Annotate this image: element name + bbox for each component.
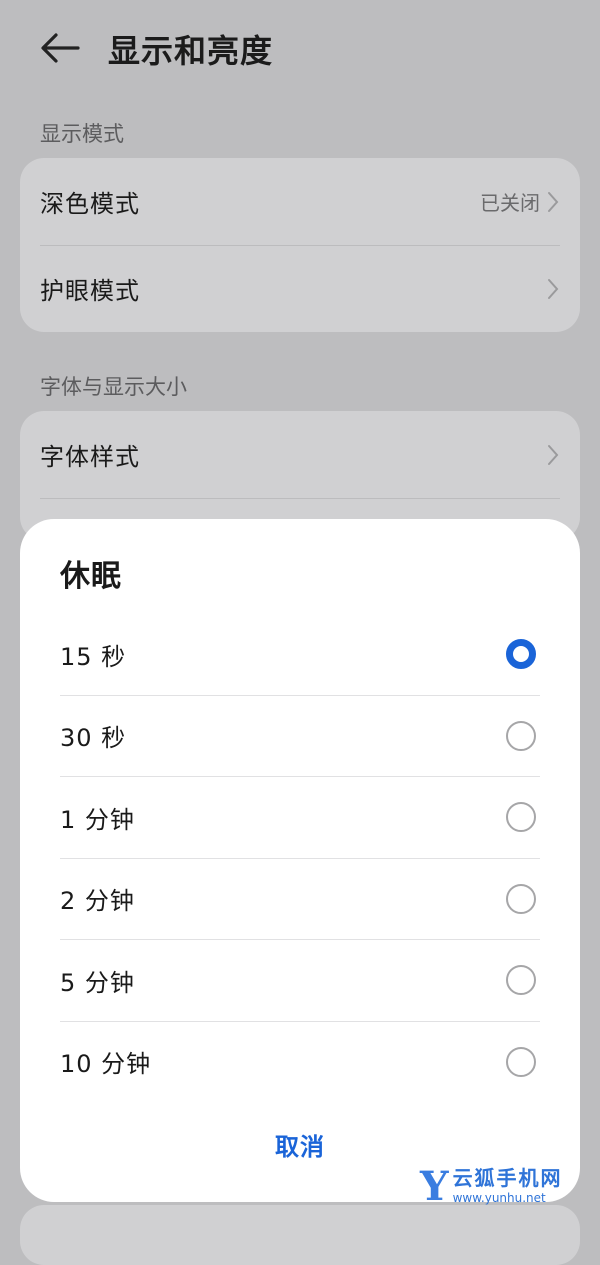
radio-button[interactable] (506, 1046, 536, 1077)
dark-mode-label: 深色模式 (40, 190, 140, 218)
eye-comfort-label: 护眼模式 (40, 277, 140, 305)
dark-mode-item[interactable]: 深色模式 已关闭 (20, 158, 580, 245)
dark-mode-status: 已关闭 (480, 191, 540, 215)
chevron-right-icon (548, 191, 559, 212)
watermark-y-icon: Y (420, 1162, 449, 1210)
watermark-text: 云狐手机网 (452, 1166, 563, 1190)
option-label: 1 分钟 (60, 805, 135, 834)
option-label: 5 分钟 (60, 968, 135, 997)
app-header: 显示和亮度 (0, 0, 600, 100)
radio-button[interactable] (506, 883, 536, 914)
option-label: 15 秒 (60, 642, 127, 671)
sleep-option-2min[interactable]: 2 分钟 (60, 857, 540, 940)
sleep-option-5min[interactable]: 5 分钟 (60, 939, 540, 1021)
chevron-right-icon (548, 278, 559, 299)
display-mode-card: 深色模式 已关闭 护眼模式 (20, 158, 580, 332)
watermark-url: www.yunhu.net (452, 1191, 546, 1205)
section-label-display-mode: 显示模式 (40, 122, 124, 146)
font-style-label: 字体样式 (40, 443, 140, 471)
option-label: 2 分钟 (60, 887, 135, 916)
sleep-options-list: 15 秒 30 秒 1 分钟 2 分钟 5 分钟 10 分钟 (60, 614, 540, 1102)
sleep-option-1min[interactable]: 1 分钟 (60, 776, 540, 858)
cancel-button[interactable]: 取消 (20, 1127, 580, 1162)
font-style-item[interactable]: 字体样式 (20, 411, 580, 498)
eye-comfort-item[interactable]: 护眼模式 (20, 245, 580, 332)
page-title: 显示和亮度 (108, 32, 274, 70)
section-label-font-display: 字体与显示大小 (40, 375, 187, 399)
radio-button[interactable] (506, 802, 536, 833)
sleep-option-30s[interactable]: 30 秒 (60, 694, 540, 777)
radio-button[interactable] (506, 639, 536, 670)
sleep-dialog: 休眠 15 秒 30 秒 1 分钟 2 分钟 5 分钟 10 分钟 取消 (20, 519, 580, 1202)
radio-button[interactable] (506, 965, 536, 996)
sleep-option-10min[interactable]: 10 分钟 (60, 1020, 540, 1103)
dialog-title: 休眠 (60, 559, 122, 594)
chevron-right-icon (548, 444, 559, 465)
sleep-option-15s[interactable]: 15 秒 (60, 614, 540, 695)
option-label: 10 分钟 (60, 1050, 152, 1079)
watermark-logo: Y 云狐手机网 www.yunhu.net (420, 1161, 563, 1211)
option-label: 30 秒 (60, 724, 127, 753)
back-arrow-icon[interactable] (38, 28, 82, 68)
bottom-card-peek (20, 1205, 580, 1265)
radio-button[interactable] (506, 720, 536, 751)
